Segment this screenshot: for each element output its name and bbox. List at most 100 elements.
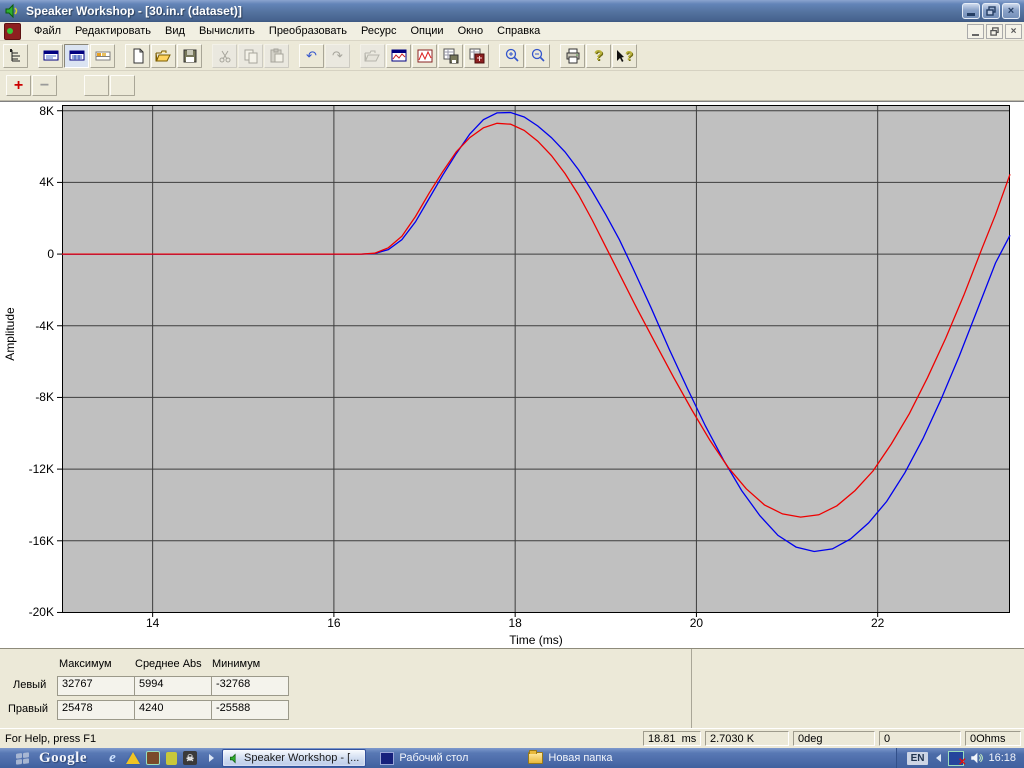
network-error-icon[interactable] [948,750,966,768]
right-avg-value[interactable]: 4240 [134,700,212,720]
blank-button-1[interactable] [84,75,109,96]
stats-header-min: Минимум [212,658,261,670]
mdi-restore-icon [990,26,999,36]
close-button[interactable]: × [1002,3,1020,19]
context-help-button[interactable]: ? [612,43,637,68]
chart-line-icon [417,49,432,62]
zoom-out-icon [531,48,545,62]
left-max-value[interactable]: 32767 [57,676,135,696]
app-shortcut-icon-2[interactable] [166,751,177,765]
waveform-chart-view: 8K 4K 0 -4K -8K -12K -16K -20K 14 16 18 20 22 Ampli… [0,101,1024,648]
internet-explorer-icon[interactable]: e [105,750,120,766]
new-button[interactable] [125,43,150,68]
export-button[interactable] [464,43,489,68]
dataset-doc-icon[interactable] [4,22,21,40]
open-folder-icon [155,50,171,62]
tree-view-icon [9,48,20,61]
skull-app-icon[interactable]: ☠ [183,751,197,765]
y-tick-label: -16K [28,533,54,548]
language-indicator[interactable]: EN [906,751,929,765]
redo-button: ↷ [325,43,350,68]
task-button-speaker-workshop[interactable]: Speaker Workshop - [... [222,749,367,767]
app-shortcut-icon-1[interactable] [146,751,160,765]
paste-clipboard-icon [270,48,283,62]
start-windows-logo-icon[interactable] [16,751,29,765]
y-tick-label: -20K [28,605,54,620]
undo-button[interactable]: ↶ [299,43,324,68]
google-toolbar-label[interactable]: Google [39,750,87,767]
copy-button [238,43,263,68]
add-button[interactable]: + [6,75,31,96]
application-window: Speaker Workshop - [30.in.r (dataset)] ×… [0,0,1024,768]
context-help-icon: ? [625,48,633,63]
tree-view-button[interactable] [3,43,28,68]
plot-background [62,105,1010,613]
triangle-app-icon[interactable] [126,752,140,764]
save-chart-icon [443,48,458,63]
right-max-value[interactable]: 25478 [57,700,135,720]
menu-help[interactable]: Справка [490,23,547,39]
minimize-button[interactable] [962,3,980,19]
chart-line-button[interactable] [412,43,437,68]
speaker-task-icon [230,753,236,763]
chart-window-button[interactable] [386,43,411,68]
mdi-restore-button[interactable] [986,23,1003,39]
window-view-icon [43,50,58,60]
save-chart-button[interactable] [438,43,463,68]
mdi-minimize-icon [972,33,979,36]
tray-collapse-icon[interactable] [936,754,942,762]
restore-button[interactable] [982,3,1000,19]
volume-icon[interactable] [969,751,984,765]
mdi-minimize-button[interactable] [967,23,984,39]
menu-window[interactable]: Окно [451,23,491,39]
menu-file[interactable]: Файл [27,23,68,39]
x-tick-label: 14 [145,616,160,630]
waveform-plot[interactable] [57,105,1011,617]
print-button[interactable] [560,43,585,68]
data-view-icon [69,50,84,60]
y-tick-label: 4K [39,175,54,190]
speaker-app-icon [5,3,18,19]
stats-header-avg: Среднее Abs [135,658,202,670]
menu-transform[interactable]: Преобразовать [262,23,354,39]
export-icon [469,48,484,63]
menu-bar: Файл Редактировать Вид Вычислить Преобра… [0,22,1024,41]
view-data-button[interactable] [64,43,89,68]
paste-button [264,43,289,68]
quick-launch-expand-icon[interactable] [209,754,214,762]
panel-splitter[interactable] [691,649,692,729]
left-avg-value[interactable]: 5994 [134,676,212,696]
menu-resource[interactable]: Ресурс [354,23,403,39]
view-notes-button[interactable] [38,43,63,68]
menu-view[interactable]: Вид [158,23,192,39]
mdi-close-button[interactable]: × [1005,23,1022,39]
new-folder-label: Новая папка [548,752,613,764]
desktop-toolbar-label: Рабочий стол [399,752,469,764]
menu-calculate[interactable]: Вычислить [192,23,262,39]
status-phase-field: 0deg [793,731,875,746]
view-properties-button[interactable] [90,43,115,68]
add-icon: + [13,76,24,94]
status-bar: For Help, press F1 18.81 ms 2.7030 K 0de… [0,728,1024,748]
zoom-in-button[interactable] [499,43,524,68]
zoom-out-button[interactable] [525,43,550,68]
remove-icon: − [39,76,50,94]
remove-button[interactable]: − [32,75,57,96]
left-min-value[interactable]: -32768 [211,676,289,696]
save-button[interactable] [177,43,202,68]
blank-button-2[interactable] [110,75,135,96]
desktop-toolbar[interactable]: Рабочий стол [380,751,469,765]
task-button-label: Speaker Workshop - [... [244,752,360,764]
right-min-value[interactable]: -25588 [211,700,289,720]
x-tick-label: 18 [508,616,522,630]
y-tick-label: 0 [47,247,54,262]
status-help-text: For Help, press F1 [5,732,97,745]
menu-options[interactable]: Опции [403,23,450,39]
y-axis-title: Amplitude [3,307,17,361]
new-folder-toolbar[interactable]: Новая папка [528,750,613,764]
help-button[interactable]: ? [586,43,611,68]
menu-edit[interactable]: Редактировать [68,23,158,39]
undo-icon: ↶ [306,48,317,63]
open-button[interactable] [151,43,176,68]
y-tick-label: -12K [28,462,54,477]
